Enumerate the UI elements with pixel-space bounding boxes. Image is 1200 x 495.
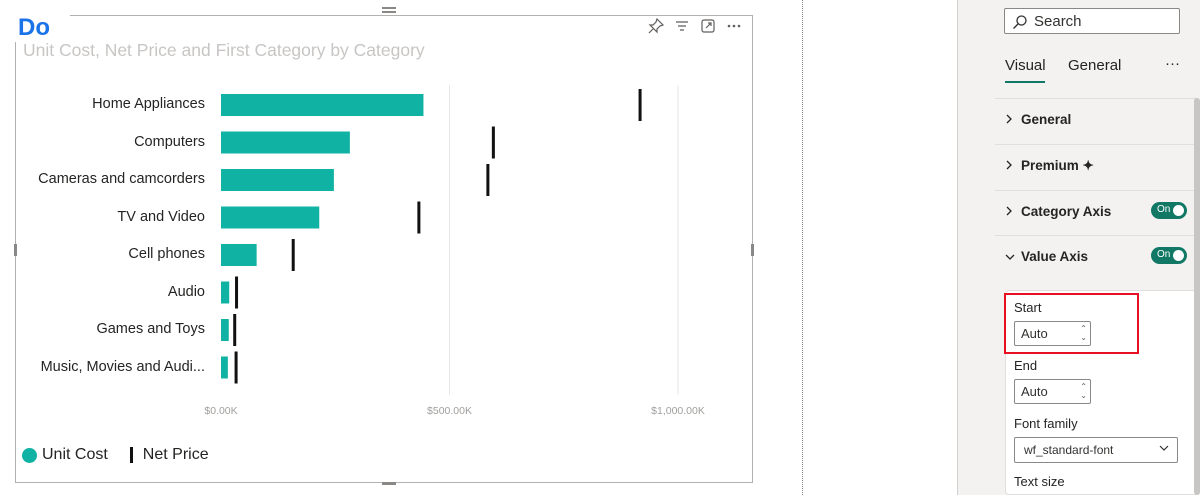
tab-general[interactable]: General [1068, 57, 1121, 74]
x-tick-label: $500.00K [427, 405, 472, 417]
section-label: General [1021, 112, 1072, 127]
section-label: Value Axis [1021, 249, 1089, 264]
unit-cost-bar[interactable] [221, 206, 320, 229]
unit-cost-bar[interactable] [221, 319, 229, 341]
section-label: Premium ✦ [1021, 158, 1094, 173]
end-value: Auto [1021, 384, 1048, 399]
unit-cost-bar[interactable] [221, 356, 228, 379]
tab-visual[interactable]: Visual [1005, 57, 1046, 74]
toggle-label: On [1157, 249, 1171, 260]
font-family-dropdown[interactable]: wf_standard-font [1014, 437, 1178, 463]
unit-cost-bar[interactable] [221, 94, 424, 116]
font-family-label: Font family [1014, 416, 1078, 431]
chevron-right-icon [1006, 160, 1012, 170]
font-family-value: wf_standard-font [1024, 443, 1114, 457]
legend-item-net-price: Net Price [142, 446, 209, 463]
text-size-label: Text size [1014, 474, 1065, 489]
section-category-axis[interactable]: Category Axis On [995, 190, 1198, 236]
unit-cost-bar[interactable] [221, 281, 230, 304]
format-pane-content: Search Visual General ··· General Premiu… [995, 0, 1198, 495]
annotation-highlight-box [1004, 293, 1139, 354]
chevron-down-icon [1159, 445, 1169, 451]
net-price-legend-marker [129, 447, 133, 463]
spin-arrows-icon[interactable]: ⌃ ⌄ [1080, 382, 1087, 400]
unit-cost-legend-marker [22, 447, 37, 463]
x-tick-label: $1,000.00K [651, 405, 705, 417]
x-tick-label: $0.00K [204, 405, 237, 417]
end-spinbox[interactable]: Auto ⌃ ⌄ [1014, 379, 1091, 404]
chevron-right-icon [1006, 206, 1012, 216]
chevron-right-icon [1006, 114, 1012, 124]
legend-item-unit-cost: Unit Cost [42, 446, 108, 463]
category-axis-toggle[interactable]: On [1151, 202, 1187, 219]
active-tab-indicator [1005, 81, 1045, 83]
toggle-knob [1173, 250, 1184, 261]
format-pane-scrollbar[interactable] [1194, 98, 1200, 495]
canvas-divider [802, 0, 803, 495]
section-label: Category Axis [1021, 204, 1112, 219]
format-pane: Search Visual General ··· General Premiu… [957, 0, 1200, 495]
search-input[interactable]: Search [1004, 8, 1180, 34]
end-label: End [1014, 358, 1038, 373]
section-premium[interactable]: Premium ✦ [995, 144, 1198, 190]
section-general[interactable]: General [995, 98, 1198, 144]
bar-chart: $0.00K $500.00K $1,000.00K [204, 85, 705, 417]
section-value-axis[interactable]: Value Axis On [995, 235, 1198, 281]
value-axis-toggle[interactable]: On [1151, 247, 1187, 264]
unit-cost-bar[interactable] [221, 169, 334, 191]
unit-cost-bar[interactable] [221, 131, 350, 154]
chart-legend: Unit Cost Net Price [22, 446, 209, 464]
more-options-button[interactable]: ··· [1165, 55, 1180, 72]
search-placeholder: Search [1034, 13, 1082, 30]
unit-cost-bar[interactable] [221, 244, 257, 266]
toggle-label: On [1157, 204, 1171, 215]
toggle-knob [1173, 205, 1184, 216]
chevron-down-icon [1005, 254, 1015, 260]
search-icon [1013, 15, 1027, 29]
